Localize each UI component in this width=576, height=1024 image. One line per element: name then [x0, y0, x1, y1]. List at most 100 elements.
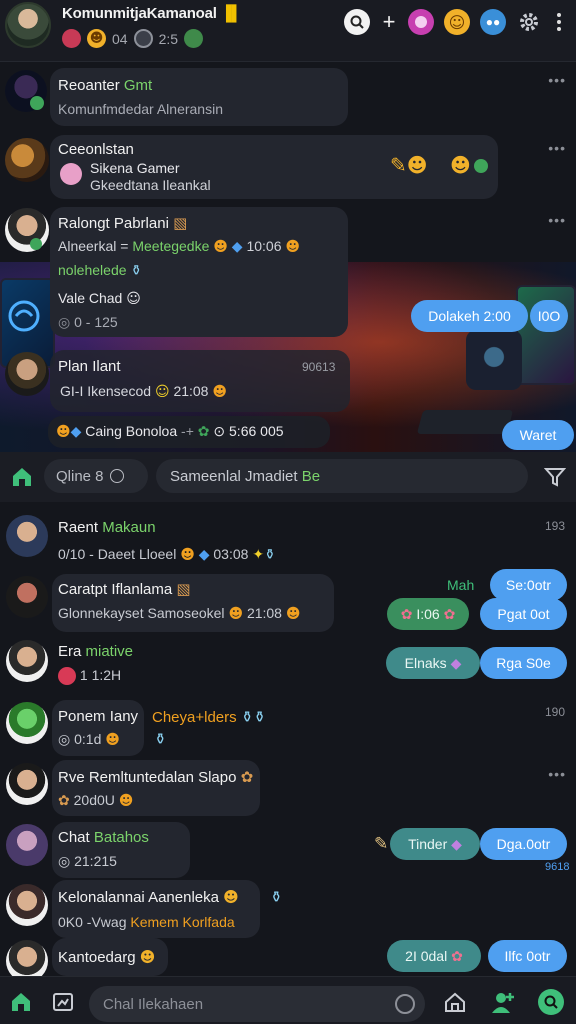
heart-icon — [62, 29, 81, 48]
chat-message: ◎ 21:215 — [58, 853, 117, 869]
chat-name: Rve Remltuntedalan Slapo ✿ — [58, 768, 254, 786]
avatar[interactable] — [6, 515, 48, 557]
chat-label: Mah — [447, 577, 475, 593]
reaction-button[interactable]: Tinder ◆ — [390, 828, 480, 860]
group-subtitle: ☻ 04 2:5 — [62, 29, 204, 48]
reply-button[interactable]: Pgat 0ot — [480, 598, 567, 630]
avatar[interactable] — [6, 763, 48, 805]
group-title[interactable]: KomunmitjaKamanoal ▐▌ — [62, 5, 242, 22]
online-badge — [30, 96, 44, 110]
search-button[interactable] — [344, 9, 370, 35]
online-badge — [474, 159, 488, 173]
chat-bubble[interactable]: Rve Remltuntedalan Slapo ✿ ✿ 20d0U ☻ — [52, 760, 260, 816]
chat-name: Kantoedarg ☻ — [58, 948, 156, 966]
home-icon[interactable] — [10, 465, 34, 489]
chat-tag: Cheya+lders ⚱⚱ — [152, 709, 266, 726]
chat-bubble[interactable]: Plan Ilant 90613 GI-I Ikensecod ☺ 21:08 … — [50, 350, 350, 412]
chat-time: 90613 — [302, 360, 336, 374]
search-icon[interactable] — [538, 989, 564, 1015]
status-bubble[interactable]: ☻◆ Caing Bonoloa -+ ✿ ⊙ 5:66 005 — [48, 416, 330, 448]
emoji-button[interactable]: ☺ — [444, 9, 470, 35]
chat-time: 190 — [545, 705, 566, 719]
chat-options-icon[interactable]: ••• — [548, 212, 566, 228]
chat-bubble[interactable]: Reoanter Gmt Komunfmdedar Alneransin — [50, 68, 348, 126]
avatar[interactable] — [6, 702, 48, 744]
want-button[interactable]: Waret — [502, 420, 574, 450]
avatar[interactable] — [6, 884, 48, 926]
mask-icon[interactable]: ●● — [480, 9, 506, 35]
avatar[interactable] — [5, 352, 49, 396]
reply-button[interactable]: Se:0otr — [490, 569, 567, 601]
online-badge — [30, 238, 42, 250]
avatar[interactable] — [5, 208, 49, 252]
app-header: KomunmitjaKamanoal ▐▌ ☻ 04 2:5 + ☺ ●● — [0, 0, 576, 62]
more-menu-icon[interactable] — [552, 9, 566, 35]
group-avatar[interactable] — [5, 2, 51, 48]
media-icon[interactable] — [50, 989, 76, 1015]
sticker-button[interactable] — [408, 9, 434, 35]
chat-bubble[interactable]: Ceeonlstan Sikena Gamer Gkeedtana Ileank… — [50, 135, 498, 199]
avatar[interactable] — [6, 824, 48, 866]
chat-message: GI-I Ikensecod ☺ 21:08 ☻ — [60, 383, 227, 400]
chat-name: Caratpt Iflanlama ▧ — [58, 580, 191, 598]
filter-icon[interactable] — [543, 466, 567, 488]
chat-bubble[interactable]: Chat Batahos ◎ 21:215 — [52, 822, 190, 878]
chat-message-2: nolehelede ⚱ — [58, 262, 143, 278]
chat-bubble[interactable]: Ralongt Pabrlani ▧ Alneerkal = Meetegedk… — [50, 207, 348, 337]
chat-options-icon[interactable]: ••• — [548, 140, 566, 156]
search-bar: Qline 8 Sameenlal Jmadiet Be — [0, 452, 576, 502]
chat-time: 193 — [545, 519, 566, 533]
avatar[interactable] — [5, 138, 49, 182]
search-icon — [133, 29, 153, 48]
reply-button[interactable]: Ilfc 0otr — [488, 940, 567, 972]
gear-icon[interactable] — [516, 9, 542, 35]
chat-options-icon[interactable]: ••• — [548, 72, 566, 88]
reply-button[interactable]: Dga.0otr — [480, 828, 567, 860]
chat-message: 1 1:2H — [58, 667, 121, 686]
clear-icon — [109, 469, 124, 483]
chat-message: Komunfmdedar Alneransin — [58, 101, 223, 117]
reply-button[interactable]: Rga S0e — [480, 647, 567, 679]
reply-button[interactable]: I0O — [530, 300, 568, 332]
chat-name: Ponem Iany — [58, 708, 139, 725]
chat-bubble[interactable]: Kelonalannai Aanenleka ☻ 0K0 -Vwag Kemem… — [52, 880, 260, 938]
chat-message: 0K0 -Vwag Kemem Korlfada — [58, 914, 235, 930]
add-button[interactable]: + — [380, 9, 398, 35]
chat-options-icon[interactable]: ••• — [548, 766, 566, 782]
emoji-icon: ☻ — [450, 153, 471, 177]
alien-icon — [184, 29, 204, 48]
reaction-button[interactable]: 2I 0dal ✿ — [387, 940, 481, 972]
chat-message: ◎ 0:1d ☻ — [58, 731, 120, 748]
house-icon[interactable] — [442, 989, 468, 1015]
chat-message: Glonnekayset Samoseokel ☻ 21:08 ☻ — [58, 605, 301, 622]
chat-bubble[interactable]: Ponem Iany ◎ 0:1d ☻ — [52, 700, 144, 756]
chat-message: ✿ 20d0U ☻ — [58, 792, 134, 809]
avatar[interactable] — [6, 576, 48, 618]
chat-message: Gkeedtana Ileankal — [90, 177, 211, 193]
chat-name: Ralongt Pabrlani ▧ — [58, 214, 188, 232]
drink-icon: ⚱ — [154, 731, 167, 748]
status-text: ☻◆ Caing Bonoloa -+ ✿ ⊙ 5:66 005 — [56, 423, 284, 440]
chat-bubble[interactable]: Caratpt Iflanlama ▧ Glonnekayset Samoseo… — [52, 574, 334, 632]
message-input[interactable]: Chal Ilekahaen — [89, 986, 425, 1022]
bottom-bar: Chal Ilekahaen — [0, 976, 576, 1024]
chat-bubble[interactable]: Kantoedarg ☻ — [52, 938, 168, 976]
reaction-button[interactable]: Elnaks ◆ — [386, 647, 480, 679]
reply-button[interactable]: Dolakeh 2:00 — [411, 300, 528, 332]
chat-name: Chat Batahos — [58, 829, 149, 846]
add-friend-icon[interactable] — [490, 989, 516, 1015]
chat-name: Plan Ilant — [58, 358, 121, 375]
avatar[interactable] — [6, 640, 48, 682]
filter-pill[interactable]: Qline 8 — [44, 459, 148, 493]
drink-icon: ⚱ — [270, 889, 283, 906]
clock-icon[interactable] — [395, 994, 415, 1014]
speaker-image — [466, 330, 522, 390]
home-icon[interactable] — [8, 989, 34, 1015]
chat-name: Kelonalannai Aanenleka ☻ — [58, 888, 239, 906]
pen-icon: ✎ — [374, 834, 389, 854]
chat-name: Reoanter Gmt — [58, 77, 153, 94]
chat-name: Ceeonlstan — [58, 141, 134, 158]
reaction-button[interactable]: ✿ I:06 ✿ — [387, 598, 469, 630]
chat-time: ◎ 0 - 125 — [58, 314, 118, 330]
search-input[interactable]: Sameenlal Jmadiet Be — [156, 459, 528, 493]
